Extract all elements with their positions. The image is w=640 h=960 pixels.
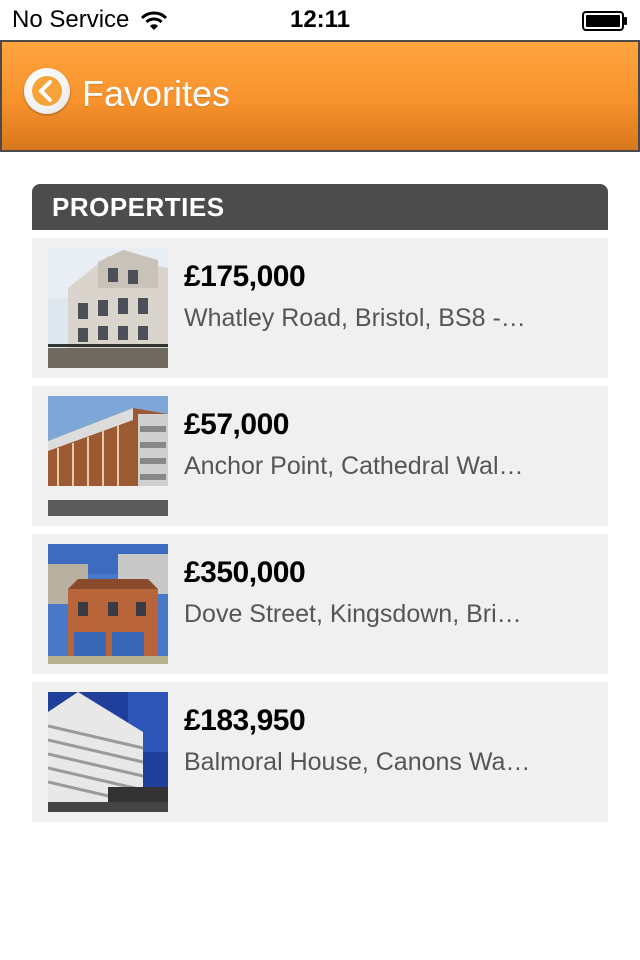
property-list-item[interactable]: £183,950 Balmoral House, Canons Wa…: [32, 682, 608, 822]
property-price: £183,950: [184, 704, 306, 737]
property-price: £57,000: [184, 408, 289, 441]
property-thumbnail: [48, 544, 168, 664]
property-address: Balmoral House, Canons Wa…: [184, 748, 531, 776]
property-thumbnail: [48, 692, 168, 812]
section-header: PROPERTIES: [32, 184, 608, 230]
property-address: Anchor Point, Cathedral Wal…: [184, 452, 524, 480]
page-title: Favorites: [82, 73, 231, 114]
properties-section: PROPERTIES £175,000 Whatley Road, Bristo…: [32, 184, 608, 822]
property-list-item[interactable]: £175,000 Whatley Road, Bristol, BS8 -…: [32, 238, 608, 378]
property-list-item[interactable]: £350,000 Dove Street, Kingsdown, Bri…: [32, 534, 608, 674]
property-list-item[interactable]: £57,000 Anchor Point, Cathedral Wal…: [32, 386, 608, 526]
back-button[interactable]: [24, 68, 70, 114]
property-address: Dove Street, Kingsdown, Bri…: [184, 600, 522, 628]
status-time: 12:11: [289, 6, 351, 33]
property-address: Whatley Road, Bristol, BS8 -…: [184, 304, 526, 332]
battery-icon: [582, 10, 628, 31]
chevron-left-icon: [32, 76, 62, 106]
status-bar: No Service 12:11: [0, 0, 640, 40]
nav-bar: Favorites: [0, 40, 640, 152]
property-thumbnail: [48, 248, 168, 368]
property-price: £175,000: [184, 260, 306, 293]
property-thumbnail: [48, 396, 168, 516]
property-price: £350,000: [184, 556, 306, 589]
